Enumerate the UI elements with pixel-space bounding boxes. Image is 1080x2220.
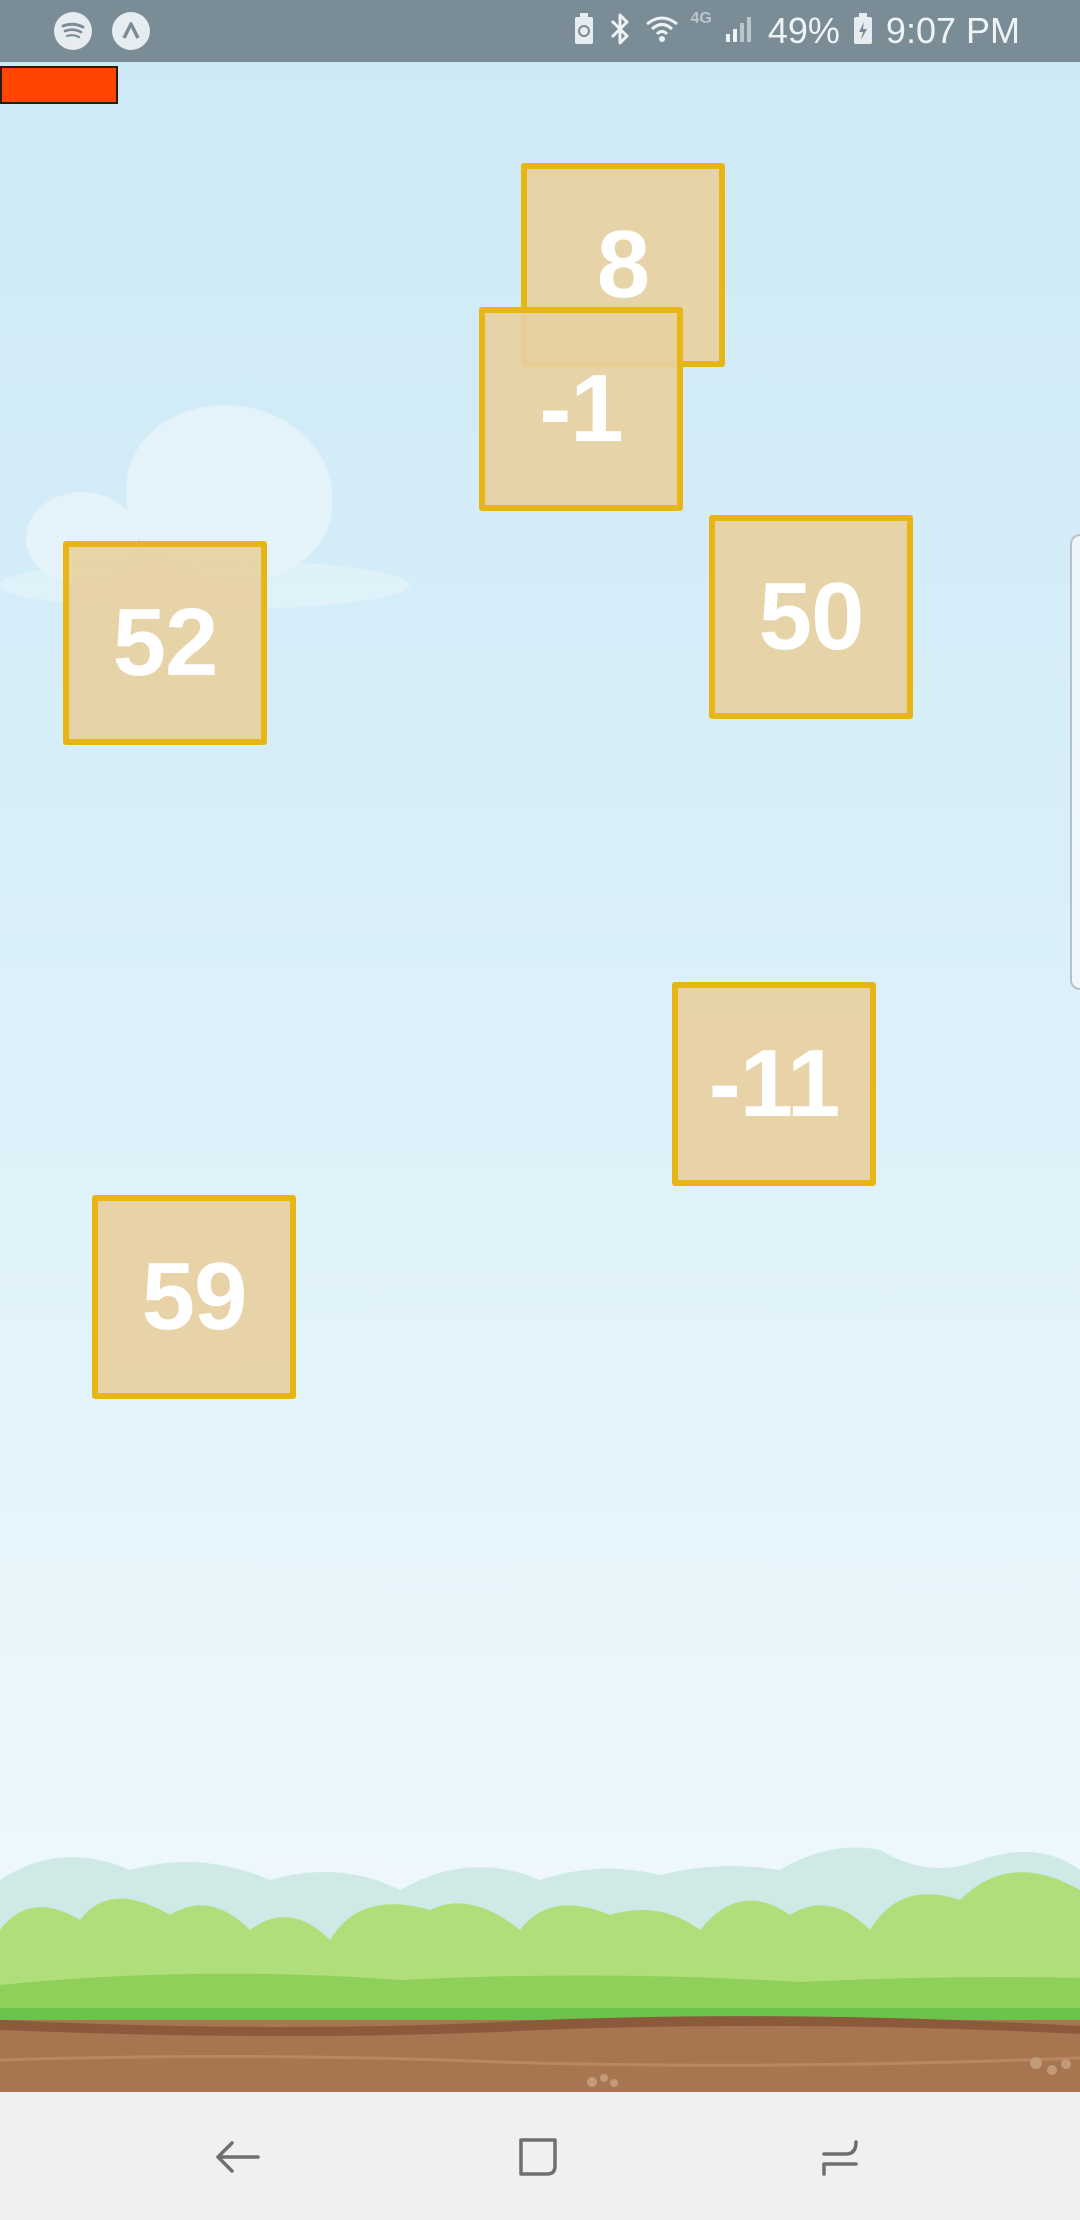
recents-icon[interactable] — [806, 2122, 876, 2192]
navigation-bar — [0, 2092, 1080, 2220]
arrow-app-icon — [112, 12, 150, 50]
back-icon[interactable] — [202, 2122, 272, 2192]
spotify-icon — [54, 12, 92, 50]
battery-percent: 49% — [767, 10, 840, 51]
health-bar-fill — [2, 68, 116, 102]
battery-icon — [852, 12, 874, 51]
number-tile[interactable]: 52 — [63, 541, 267, 745]
number-tile[interactable]: -11 — [672, 982, 876, 1186]
home-icon[interactable] — [503, 2122, 573, 2192]
health-bar — [0, 66, 118, 104]
number-tile[interactable]: 59 — [92, 1195, 296, 1399]
bluetooth-icon — [607, 12, 633, 51]
signal-icon — [724, 14, 756, 49]
ground-scenery — [0, 1847, 1080, 2092]
number-tile[interactable]: 50 — [709, 515, 913, 719]
number-tile[interactable]: -1 — [479, 307, 683, 511]
wifi-icon — [645, 14, 679, 49]
status-bar: 4G 49% 9:07 PM — [0, 0, 1080, 62]
battery-saver-icon — [573, 12, 595, 51]
network-type-label: 4G — [690, 10, 712, 27]
clock: 9:07 PM — [885, 10, 1020, 51]
edge-panel-handle[interactable] — [1070, 534, 1080, 990]
game-screen: 4G 49% 9:07 PM 8 -1 52 50 -11 59 — [0, 0, 1080, 2220]
